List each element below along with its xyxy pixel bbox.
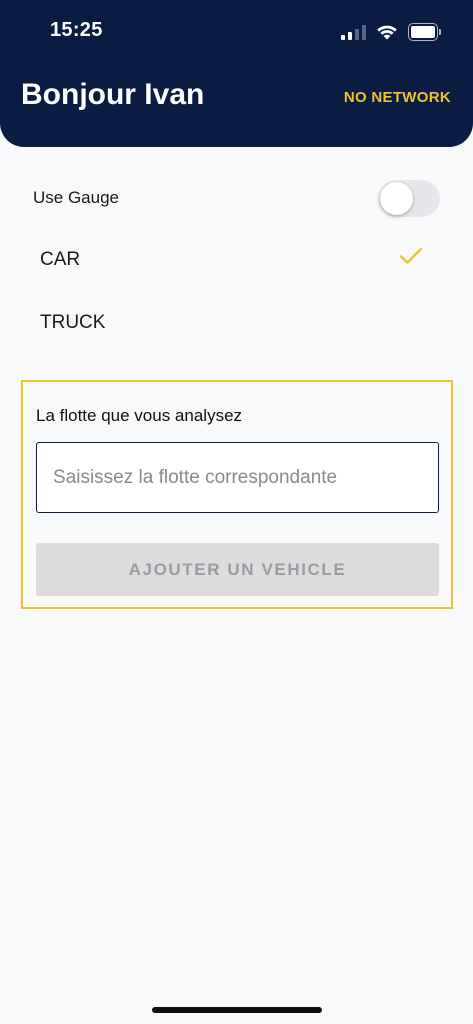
vehicle-option-label: TRUCK bbox=[40, 312, 106, 333]
battery-icon bbox=[408, 23, 441, 41]
vehicle-option-car[interactable]: CAR bbox=[0, 233, 473, 289]
fleet-label: La flotte que vous analysez bbox=[36, 406, 243, 425]
fleet-input[interactable] bbox=[36, 442, 439, 513]
checkmark-icon bbox=[399, 247, 423, 264]
vehicle-option-label: CAR bbox=[40, 249, 81, 270]
cellular-signal-icon bbox=[341, 24, 366, 40]
use-gauge-label: Use Gauge bbox=[33, 188, 119, 207]
network-status: NO NETWORK bbox=[343, 89, 451, 106]
add-vehicle-button[interactable]: AJOUTER UN VEHICLE bbox=[36, 543, 439, 596]
status-icons bbox=[341, 22, 441, 42]
screen: 15:25 Bonjour Ivan NO NETWORK Use Gauge bbox=[0, 0, 473, 1024]
wifi-icon bbox=[377, 25, 397, 40]
fleet-panel: La flotte que vous analysez AJOUTER UN V… bbox=[21, 380, 453, 609]
status-time: 15:25 bbox=[50, 19, 103, 41]
use-gauge-toggle[interactable] bbox=[378, 180, 440, 217]
header: 15:25 Bonjour Ivan NO NETWORK bbox=[0, 0, 473, 147]
vehicle-option-truck[interactable]: TRUCK bbox=[0, 296, 473, 352]
home-indicator[interactable] bbox=[152, 1007, 322, 1013]
toggle-knob bbox=[380, 182, 413, 215]
greeting-title: Bonjour Ivan bbox=[21, 78, 205, 111]
